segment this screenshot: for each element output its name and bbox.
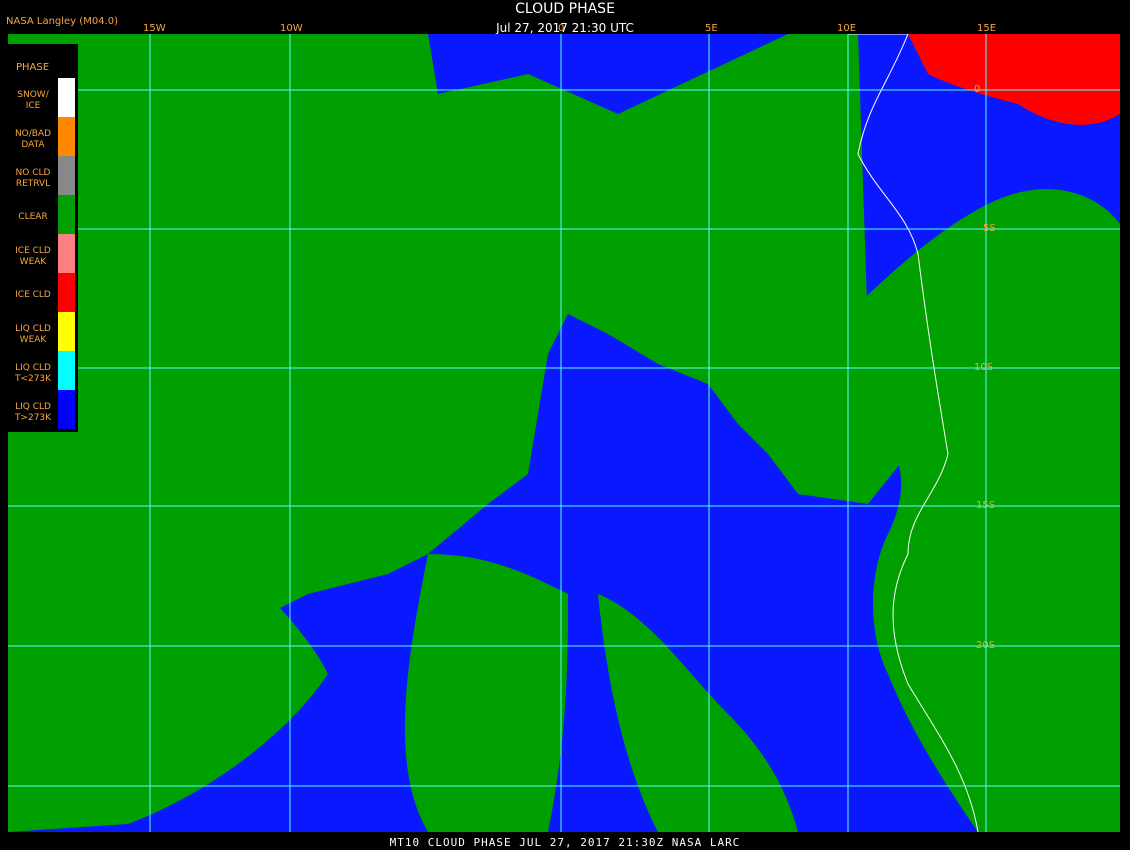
map-subtitle: Jul 27, 2017 21:30 UTC [496,21,634,35]
legend-swatch [58,117,75,156]
lat-label-10s: 10S [974,362,994,373]
legend-swatch [58,351,75,390]
legend-label: ICE CLD [15,290,51,300]
legend-label: ICE CLD [15,246,51,256]
legend-label: LIQ CLD [15,363,51,373]
footer-caption: MT10 CLOUD PHASE JUL 27, 2017 21:30Z NAS… [389,836,741,849]
lon-label-15w: 15W [143,23,166,34]
legend-item-ice-cld: ICE CLD [8,273,78,312]
cloud-phase-map [8,34,1120,832]
phase-legend: PHASE SNOW/ ICE NO/BAD DATA NO CLD RETRV… [8,44,78,432]
legend-swatch [58,195,75,234]
legend-label: CLEAR [18,212,48,222]
lat-label-5s: 5S [983,223,996,234]
legend-swatch [58,390,75,429]
legend-item-liq-cld-cold: LIQ CLD T<273K [8,351,78,390]
lat-label-0: 0 [974,84,981,95]
legend-item-clear: CLEAR [8,195,78,234]
legend-label: ICE [25,101,41,111]
legend-swatch [58,312,75,351]
lon-label-0: 0 [558,23,565,34]
legend-label: NO CLD [15,168,51,178]
legend-swatch [58,273,75,312]
legend-item-liq-cld-weak: LIQ CLD WEAK [8,312,78,351]
legend-label: WEAK [19,335,47,345]
legend-label: T<273K [14,374,52,384]
legend-swatch [58,78,75,117]
legend-item-snow-ice: SNOW/ ICE [8,78,78,117]
lon-label-5e: 5E [705,23,718,34]
lon-label-15e: 15E [977,23,997,34]
legend-label: LIQ CLD [15,324,51,334]
legend-label: DATA [21,140,45,150]
legend-swatch [58,156,75,195]
lon-label-10e: 10E [837,23,857,34]
map-image [8,34,1120,832]
legend-label: SNOW/ [17,90,49,100]
legend-item-ice-cld-weak: ICE CLD WEAK [8,234,78,273]
map-title: CLOUD PHASE [515,1,615,17]
legend-item-no-bad-data: NO/BAD DATA [8,117,78,156]
legend-item-no-cld-retrvl: NO CLD RETRVL [8,156,78,195]
legend-label: LIQ CLD [15,402,51,412]
legend-label: NO/BAD [14,129,52,139]
legend-title: PHASE [16,62,50,73]
legend-swatch [58,234,75,273]
lat-label-15s: 15S [976,500,996,511]
lat-label-20s: 20S [976,640,996,651]
legend-item-liq-cld-warm: LIQ CLD T>273K [8,390,78,429]
legend-label: RETRVL [15,179,51,189]
legend-label: WEAK [19,257,47,267]
lon-label-10w: 10W [280,23,303,34]
legend-label: T>273K [14,413,52,423]
